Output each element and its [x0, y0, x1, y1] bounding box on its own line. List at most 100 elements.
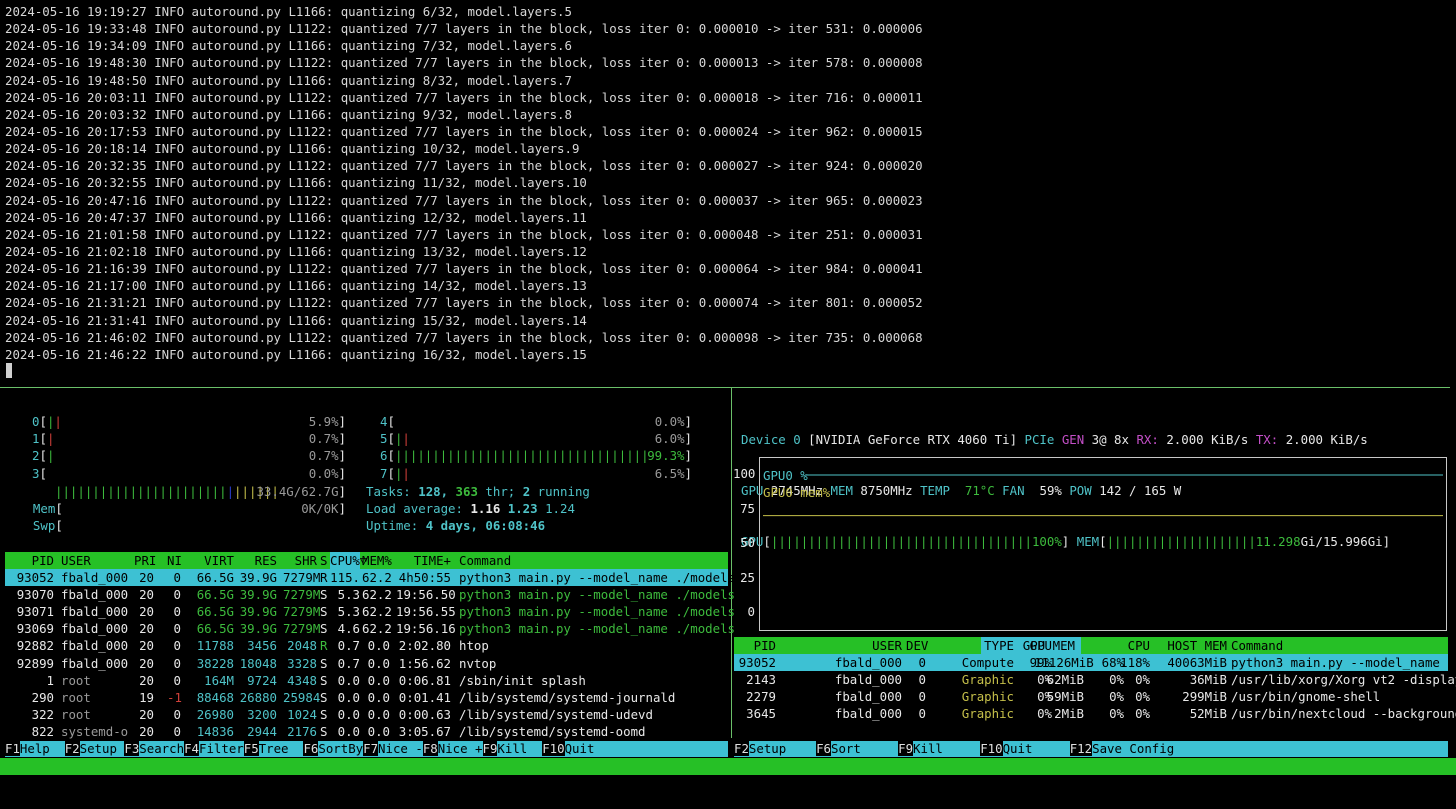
process-user: systemd-o: [61, 723, 129, 739]
process-row[interactable]: 93070 fbald_000 20 0 66.5G 39.9G 7279M S 5.3 62.2…: [5, 586, 735, 603]
y-tick-label: 0: [747, 604, 755, 619]
column-header-10[interactable]: TIME+: [396, 552, 451, 569]
process-row[interactable]: 1 root 20 0 164M 9724 4348 S 0.0 0.0 0:06.81/sbin/…: [5, 672, 728, 689]
fkey-label[interactable]: Setup: [80, 741, 125, 756]
column-header-9[interactable]: MEM%: [362, 552, 392, 569]
fkey-label[interactable]: Help: [20, 741, 65, 756]
fkey-f10[interactable]: F10: [542, 741, 565, 756]
fkey-f9[interactable]: F9: [482, 741, 498, 756]
column-header-1[interactable]: USER: [61, 552, 131, 569]
column-header-3[interactable]: NI: [167, 552, 182, 569]
process-user: fbald_000: [61, 621, 129, 637]
fkey-f2[interactable]: F2: [64, 741, 80, 756]
fkey-label[interactable]: Tree: [259, 741, 304, 756]
column-header-0[interactable]: PID: [5, 552, 54, 569]
process-row[interactable]: 822 systemd-o 20 0 14836 2944 2176 S 0.0 0.0 3:05.…: [5, 723, 728, 740]
process-time: 19:56.50: [396, 587, 456, 603]
fkey-label[interactable]: Sort: [831, 741, 898, 756]
process-user: fbald_000: [61, 570, 129, 586]
fkey-f3[interactable]: F3: [124, 741, 140, 756]
gpu-process-gpumem: 11126MiB: [1034, 655, 1094, 671]
process-row[interactable]: 92899 fbald_000 20 0 38228 18048 3328 S 0.7 0.0 1:…: [5, 655, 728, 672]
fkey-label[interactable]: Kill: [913, 741, 980, 756]
process-cmd: /lib/systemd/systemd-udevd: [459, 706, 653, 722]
column-header-6[interactable]: SHR: [283, 552, 317, 569]
gpu-process-row[interactable]: 93052 fbald_000 0 Compute 99% 11126MiB 68% 118%…: [734, 654, 1456, 672]
process-ni: 0: [173, 655, 181, 671]
log-line: 2024-05-16 20:47:37 INFO autoround.py L1…: [5, 209, 587, 225]
column-header-7[interactable]: S: [320, 552, 328, 569]
process-shr: 7279M: [283, 570, 321, 586]
fkey-label[interactable]: SortBy: [318, 741, 363, 756]
process-mem: 0.0: [367, 655, 390, 671]
gpu-process-user: fbald_000: [834, 655, 902, 671]
cpu-bar: ||: [394, 431, 410, 447]
process-row[interactable]: 93052 fbald_000 20 0 66.5G 39.9G 7279M R 115. 62.…: [5, 569, 735, 587]
process-table: PID USER PRI NI VIRT RES SHR S CPU%▽ MEM% TIME+ Com…: [5, 552, 735, 740]
fkey-f5[interactable]: F5: [243, 741, 259, 756]
terminal-cursor: [6, 363, 12, 378]
process-time: 3:05.67: [398, 723, 451, 739]
column-header-11[interactable]: Command: [459, 552, 729, 569]
fkey-label[interactable]: Quit: [565, 741, 595, 756]
column-header-4[interactable]: VIRT: [190, 552, 234, 569]
gpu-process-row[interactable]: 3645 fbald_000 0 Graphic 0% 2MiB 0% 0% 52MiB/usr…: [734, 705, 1456, 722]
fkey-label[interactable]: Quit: [1003, 741, 1070, 756]
pane-divider-horizontal[interactable]: [0, 387, 1450, 388]
fkey-f7[interactable]: F7: [363, 741, 379, 756]
gpu-usage-chart: GPU0 % GPU0 mem%: [759, 457, 1447, 631]
log-line: 2024-05-16 19:34:09 INFO autoround.py L1…: [5, 38, 572, 54]
y-tick-label: 75: [740, 500, 755, 516]
process-ni: 0: [173, 723, 181, 739]
gpu-process-type: Graphic: [961, 706, 1014, 722]
gpu-process-row[interactable]: 2279 fbald_000 0 Graphic 0% 59MiB 0% 0% 299MiB/u…: [734, 688, 1448, 705]
gpu-col-hostmem[interactable]: HOST MEM: [1136, 637, 1227, 654]
fkey-f8[interactable]: F8: [422, 741, 438, 756]
fkey-f6[interactable]: F6: [303, 741, 319, 756]
process-res: 39.9G: [239, 604, 277, 620]
fkey-label[interactable]: Save Config: [1092, 741, 1174, 756]
fkey-f1[interactable]: F1: [5, 741, 20, 756]
gpu-col-dev[interactable]: DEV: [906, 637, 930, 654]
column-header-2[interactable]: PRI: [134, 552, 156, 569]
process-row[interactable]: 93069 fbald_000 20 0 66.5G 39.9G 7279M S 4.6 62.2…: [5, 620, 735, 637]
fkey-label[interactable]: Kill: [497, 741, 542, 756]
gpu-col-command[interactable]: Command: [1231, 637, 1311, 654]
fkey-label[interactable]: Filter: [199, 741, 244, 756]
fkey-label[interactable]: Search: [139, 741, 184, 756]
fkey-f9[interactable]: F9: [898, 741, 914, 756]
process-shr: 2176: [287, 723, 317, 739]
fkey-f4[interactable]: F4: [184, 741, 199, 756]
fkey-f6[interactable]: F6: [816, 741, 831, 756]
process-row[interactable]: 93071 fbald_000 20 0 66.5G 39.9G 7279M S 5.3 62.2…: [5, 603, 735, 620]
fkey-f12[interactable]: F12: [1069, 741, 1093, 756]
gpu-table-header: PID USER DEV TYPE GPU GPU MEM CPU HOST MEM Comma…: [734, 637, 1448, 655]
process-s: S: [320, 689, 328, 705]
gpu-col-pid[interactable]: PID: [734, 637, 776, 654]
process-virt: 164M: [204, 672, 234, 688]
cpu-meter-4: 4[0.0%]: [380, 414, 692, 429]
process-time: 2:02.80: [398, 638, 451, 654]
fkey-label[interactable]: Nice -: [378, 741, 423, 756]
fkey-label[interactable]: Nice +: [438, 741, 483, 756]
process-mem: 0.0: [367, 672, 390, 688]
gpu-process-row[interactable]: 2143 fbald_000 0 Graphic 0% 62MiB 0% 0% 36MiB/us…: [734, 671, 1456, 688]
process-pid: 93071: [16, 604, 54, 620]
pane-divider-vertical[interactable]: [731, 388, 732, 738]
process-row[interactable]: 290 root 19 -1 88468 26880 25984 S 0.0 0.0 0:01.41…: [5, 689, 728, 706]
gpu-col-gpumem[interactable]: GPU MEM: [981, 637, 1075, 654]
column-header-8[interactable]: CPU%▽: [330, 552, 367, 570]
fkey-f10[interactable]: F10: [980, 741, 1003, 756]
cpu-bar: ||||||||||||||||||||||||||||||||||: [394, 448, 649, 464]
process-virt: 66.5G: [196, 604, 234, 620]
gpu-process-hostmem: 40063MiB: [1167, 655, 1227, 671]
tmux-window-tab[interactable]: [auto-roun0:python3*: [5, 775, 154, 792]
process-row[interactable]: 322 root 20 0 26980 3200 1024 S 0.0 0.0 0:00.63/li…: [5, 706, 728, 723]
gpu-col-user[interactable]: USER: [794, 637, 902, 654]
process-row[interactable]: 92882 fbald_000 20 0 11788 3456 2048 R 0.7 0.0 2:0…: [5, 637, 728, 654]
fkey-f2[interactable]: F2: [734, 741, 749, 756]
cpu-value: 0.7%: [308, 431, 339, 447]
fkey-label[interactable]: Setup: [749, 741, 816, 756]
process-virt: 26980: [196, 706, 234, 722]
column-header-5[interactable]: RES: [237, 552, 277, 569]
